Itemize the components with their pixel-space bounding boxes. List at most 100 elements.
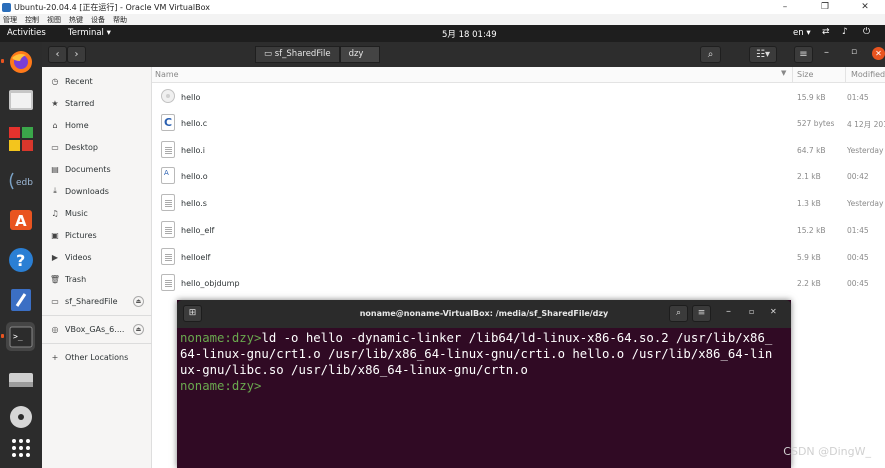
file-name: hello [181,93,201,102]
close-icon[interactable]: ✕ [770,307,777,316]
minimize-icon[interactable]: – [726,306,731,317]
menu-button[interactable]: ≡ [794,46,813,63]
file-row[interactable]: hello.i 64.7 kB Yesterday [152,137,885,163]
column-size[interactable]: Size [797,70,813,79]
sidebar-item-home[interactable]: ⌂ Home [42,114,152,136]
menu-item-control[interactable]: 控制 [25,15,39,25]
sidebar-item-trash[interactable]: 🗑 Trash [42,268,152,290]
clock-icon: ◷ [51,76,59,86]
text-file-icon [161,248,175,265]
file-size: 64.7 kB [797,146,826,155]
shell-prompt: noname:dzy> [180,379,262,393]
file-row[interactable]: hello.o 2.1 kB 00:42 [152,163,885,189]
virtualbox-icon [2,2,11,12]
network-icon[interactable]: ⇄ [822,27,830,37]
disc-icon[interactable] [6,402,35,431]
sidebar-item-pictures[interactable]: ▣ Pictures [42,224,152,246]
file-name: hello.o [181,172,208,181]
file-row[interactable]: hello.s 1.3 kB Yesterday [152,190,885,216]
file-name: hello.i [181,146,205,155]
menu-button[interactable]: ≡ [692,305,711,322]
sidebar-item-label: sf_SharedFile [65,296,118,306]
firefox-icon[interactable] [1,47,35,76]
sidebar-item-starred[interactable]: ★ Starred [42,92,152,114]
file-row[interactable]: hello_objdump 2.2 kB 00:45 [152,270,885,296]
picture-icon: ▣ [51,230,59,240]
minimize-icon[interactable]: – [824,47,829,58]
file-size: 15.2 kB [797,226,826,235]
terminal-header-bar: ⊞ noname@noname-VirtualBox: /media/sf_Sh… [177,300,791,328]
activities-button[interactable]: Activities [7,28,46,38]
search-icon: ⌕ [675,308,682,318]
file-row[interactable]: hello_elf 15.2 kB 01:45 [152,217,885,243]
sidebar-item-vbox-gas[interactable]: ◎ VBox_GAs_6.... ⏏ [42,318,152,340]
terminal-icon[interactable]: >_ [1,322,35,351]
terminal-window[interactable]: ⊞ noname@noname-VirtualBox: /media/sf_Sh… [177,300,791,468]
sidebar-item-sf-sharedfile[interactable]: ▭ sf_SharedFile ⏏ [42,290,152,312]
file-row[interactable]: hello.c 527 bytes 4 12月 2019 [152,110,885,136]
input-language[interactable]: en ▾ [793,28,811,38]
file-list-header: Name ▼ Size Modified [152,67,885,83]
eject-icon[interactable]: ⏏ [133,323,144,335]
maximize-icon[interactable]: ▫ [749,307,754,316]
object-file-icon [161,167,175,184]
search-button[interactable]: ⌕ [669,305,688,322]
file-row[interactable]: helloelf 5.9 kB 00:45 [152,244,885,270]
sidebar-item-recent[interactable]: ◷ Recent [42,70,152,92]
help-icon[interactable]: ? [6,245,35,274]
files-icon[interactable] [6,85,35,114]
home-icon: ⌂ [52,120,58,130]
sidebar-item-label: Trash [65,274,87,284]
menu-item-help[interactable]: 帮助 [113,15,127,25]
crumb-dzy[interactable]: dzy [339,46,380,63]
download-icon: ⤓ [53,186,57,195]
terminal-output[interactable]: noname:dzy>ld -o hello -dynamic-linker /… [180,330,785,466]
apps-grid-icon[interactable] [6,124,35,153]
software-icon[interactable]: A [6,204,35,233]
column-modified[interactable]: Modified [851,70,885,79]
clock[interactable]: 5月 18 01:49 [442,28,497,40]
text-file-icon [161,221,175,238]
close-icon[interactable]: ✕ [872,47,885,60]
gnome-top-bar: Activities Terminal ▾ 5月 18 01:49 en ▾ ⇄… [0,25,885,42]
sidebar-item-videos[interactable]: ▶ Videos [42,246,152,268]
file-modified: 4 12月 2019 [847,120,885,129]
eject-icon[interactable]: ⏏ [133,295,144,307]
maximize-icon[interactable]: ▫ [851,47,857,57]
sidebar-item-desktop[interactable]: ▭ Desktop [42,136,152,158]
text-editor-icon[interactable] [6,285,35,314]
sidebar-item-documents[interactable]: ▤ Documents [42,158,152,180]
edb-icon[interactable]: edb [6,166,35,195]
back-button[interactable]: ‹ [48,46,67,63]
sidebar-item-downloads[interactable]: ⤓ Downloads [42,180,152,202]
svg-text:A: A [15,212,27,230]
sidebar-item-other-locations[interactable]: + Other Locations [42,346,152,368]
crumb-label: dzy [348,49,364,59]
power-icon[interactable]: ⏻ [863,27,870,37]
volume-icon[interactable]: ♪ [842,27,848,37]
file-row[interactable]: hello 15.9 kB 01:45 [152,84,885,110]
forward-button[interactable]: › [67,46,86,63]
app-menu[interactable]: Terminal ▾ [68,28,111,38]
plus-icon: + [51,352,59,362]
menu-item-hotkeys[interactable]: 热键 [69,15,83,25]
sort-descending-icon[interactable]: ▼ [781,69,786,77]
sidebar-divider [42,315,152,316]
close-button[interactable]: ✕ [845,0,885,14]
menu-item-view[interactable]: 视图 [47,15,61,25]
file-modified: Yesterday [847,199,884,208]
search-button[interactable]: ⌕ [700,46,721,63]
menu-item-manage[interactable]: 管理 [3,15,17,25]
maximize-button[interactable]: ❐ [805,0,845,14]
column-name[interactable]: Name [155,70,179,79]
menu-item-devices[interactable]: 设备 [91,15,105,25]
sidebar-item-label: Downloads [65,186,109,196]
star-icon: ★ [51,98,59,108]
sidebar-item-music[interactable]: ♫ Music [42,202,152,224]
minimize-button[interactable]: – [765,0,805,14]
crumb-sf-sharedfile[interactable]: ▭ sf_SharedFile [255,46,340,63]
show-apps-icon[interactable] [6,433,35,462]
drive-icon[interactable] [6,365,35,394]
column-divider [792,67,793,83]
view-options-button[interactable]: ☷▾ [749,46,777,63]
